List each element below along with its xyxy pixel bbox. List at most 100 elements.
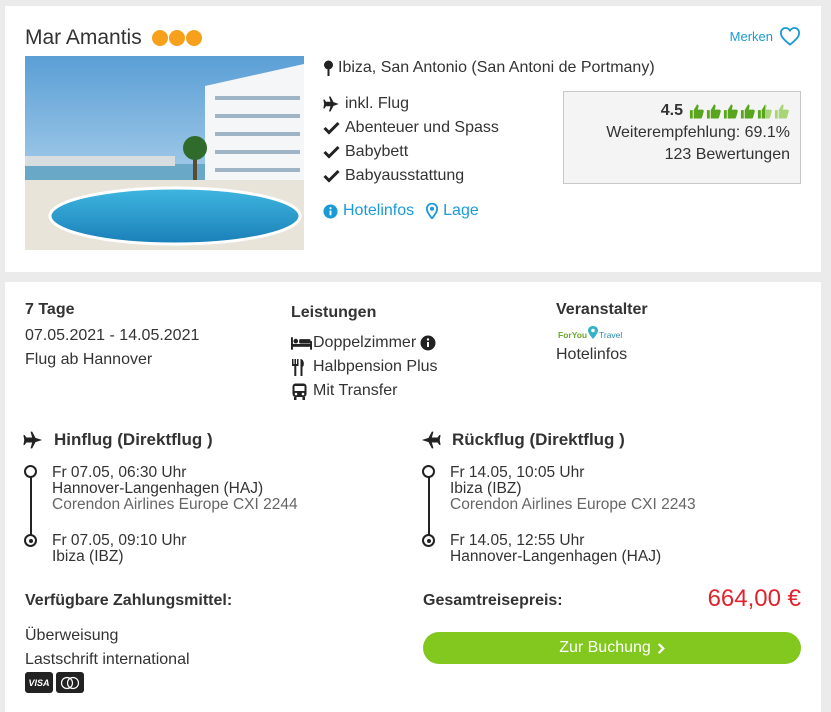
rating-score: 4.5 xyxy=(660,102,683,119)
map-marker-icon xyxy=(426,203,439,219)
departure-airport: Flug ab Hannover xyxy=(25,351,153,368)
outbound-airline: Corendon Airlines Europe CXI 2244 xyxy=(52,496,298,513)
services-title: Leistungen xyxy=(291,304,377,321)
lage-link[interactable]: Lage xyxy=(426,202,479,220)
booking-button[interactable]: Zur Buchung xyxy=(423,632,801,664)
outbound-title-text: Hinflug (Direktflug ) xyxy=(54,430,213,449)
payment-card-logos: VISA xyxy=(25,672,84,693)
feature-label: Abenteuer und Spass xyxy=(345,119,499,136)
offer-card: 7 Tage 07.05.2021 - 14.05.2021 Flug ab H… xyxy=(5,282,821,712)
list-item: Überweisung xyxy=(25,627,119,644)
hotel-title: Mar Amantis xyxy=(25,26,203,50)
total-price: 664,00 € xyxy=(707,585,801,612)
check-icon xyxy=(323,145,340,159)
list-item: inkl. Flug xyxy=(323,92,499,116)
thumb-up-icon xyxy=(757,103,772,119)
return-timeline xyxy=(428,472,430,540)
hotel-card: Mar Amantis Merken Ibiza, San Antonio (S… xyxy=(5,6,821,272)
duration: 7 Tage xyxy=(25,301,75,318)
plane-icon xyxy=(421,431,441,449)
departure-marker xyxy=(24,465,37,478)
info-circle-icon xyxy=(323,203,338,219)
return-airline: Corendon Airlines Europe CXI 2243 xyxy=(450,496,696,513)
return-title: Rückflug (Direktflug ) xyxy=(420,430,625,450)
arrival-marker xyxy=(24,534,37,547)
offer-summary: 7 Tage 07.05.2021 - 14.05.2021 Flug ab H… xyxy=(25,301,199,369)
return-departure: Fr 14.05, 10:05 Uhr Ibiza (IBZ) Corendon… xyxy=(450,465,696,513)
payment-methods: Überweisung Lastschrift international xyxy=(25,624,190,672)
info-circle-icon[interactable] xyxy=(420,335,436,351)
hotel-image[interactable] xyxy=(25,56,304,250)
travel-dates: 07.05.2021 - 14.05.2021 xyxy=(25,327,200,344)
hotelinfos-link[interactable]: Hotelinfos xyxy=(323,202,414,220)
hotel-name[interactable]: Mar Amantis xyxy=(25,26,142,49)
feature-label: Babybett xyxy=(345,143,409,160)
merken-label: Merken xyxy=(729,28,773,44)
operator-logo: ForYou Travel xyxy=(556,325,648,343)
thumb-up-icon xyxy=(706,103,721,119)
plane-icon xyxy=(23,431,43,449)
outbound-dep-time: Fr 07.05, 06:30 Uhr xyxy=(52,464,187,481)
hotelinfos-label: Hotelinfos xyxy=(343,202,415,219)
thumb-up-icon xyxy=(740,103,755,119)
review-count: 123 Bewertungen xyxy=(664,146,790,163)
star-icon xyxy=(185,30,202,47)
outbound-timeline xyxy=(30,472,32,540)
arrival-marker xyxy=(422,534,435,547)
visa-card-icon: VISA xyxy=(25,672,53,693)
thumb-up-icon xyxy=(689,103,704,119)
service-label: Doppelzimmer xyxy=(313,334,417,351)
outbound-arrival: Fr 07.05, 09:10 Uhr Ibiza (IBZ) xyxy=(52,533,186,565)
list-item: Abenteuer und Spass xyxy=(323,116,499,140)
recommendation-text: Weiterempfehlung: 69.1% xyxy=(606,124,790,141)
feature-label: inkl. Flug xyxy=(345,95,410,112)
list-item: Doppelzimmer xyxy=(291,331,438,355)
thumb-up-icon xyxy=(723,103,738,119)
svg-text:ForYou: ForYou xyxy=(558,330,587,340)
bus-icon xyxy=(292,383,307,400)
services-section: Leistungen Doppelzimmer Halbpension Plus… xyxy=(291,304,438,403)
feature-label: Babyausstattung xyxy=(345,167,465,184)
return-title-text: Rückflug (Direktflug ) xyxy=(452,430,625,449)
hotel-stars xyxy=(151,26,203,50)
return-dep-time: Fr 14.05, 10:05 Uhr xyxy=(450,464,585,481)
outbound-arr-airport: Ibiza (IBZ) xyxy=(52,548,124,565)
return-dep-airport: Ibiza (IBZ) xyxy=(450,480,522,497)
departure-marker xyxy=(422,465,435,478)
heart-icon xyxy=(779,27,801,46)
lage-label: Lage xyxy=(443,202,479,219)
return-arrival: Fr 14.05, 12:55 Uhr Hannover-Langenhagen… xyxy=(450,533,661,565)
operator-title: Veranstalter xyxy=(556,301,648,318)
merken-button[interactable]: Merken xyxy=(730,26,801,46)
star-icon xyxy=(168,30,185,47)
rating-box[interactable]: 4.5 Weiterempfehlung: 69.1% 123 Bewertun… xyxy=(563,91,801,184)
rating-thumbs xyxy=(689,103,790,120)
check-icon xyxy=(323,169,340,183)
list-item: Babybett xyxy=(323,140,499,164)
hotel-location: Ibiza, San Antonio (San Antoni de Portma… xyxy=(323,59,655,77)
operator-hotelinfos-link[interactable]: Hotelinfos xyxy=(556,346,648,364)
hotel-links: Hotelinfos Lage xyxy=(323,202,479,220)
total-label: Gesamtreisepreis: xyxy=(423,592,563,609)
feature-list: inkl. Flug Abenteuer und Spass Babybett … xyxy=(323,92,499,188)
chevron-right-icon xyxy=(657,642,665,654)
service-label: Mit Transfer xyxy=(313,382,398,399)
return-arr-time: Fr 14.05, 12:55 Uhr xyxy=(450,532,585,549)
return-arr-airport: Hannover-Langenhagen (HAJ) xyxy=(450,548,662,565)
location-text: Ibiza, San Antonio (San Antoni de Portma… xyxy=(338,59,655,76)
outbound-departure: Fr 07.05, 06:30 Uhr Hannover-Langenhagen… xyxy=(52,465,298,513)
outbound-dep-airport: Hannover-Langenhagen (HAJ) xyxy=(52,480,264,497)
bed-icon xyxy=(291,337,312,350)
operator-section: Veranstalter ForYou Travel Hotelinfos xyxy=(556,301,648,364)
list-item: Lastschrift international xyxy=(25,651,190,668)
booking-button-label: Zur Buchung xyxy=(559,639,651,656)
service-label: Halbpension Plus xyxy=(313,358,438,375)
map-pin-icon xyxy=(324,60,333,76)
plane-icon xyxy=(323,96,339,112)
outbound-arr-time: Fr 07.05, 09:10 Uhr xyxy=(52,532,187,549)
svg-text:Travel: Travel xyxy=(599,330,622,340)
cutlery-icon xyxy=(292,358,304,376)
outbound-title: Hinflug (Direktflug ) xyxy=(22,430,213,450)
list-item: Mit Transfer xyxy=(291,379,438,403)
payment-title: Verfügbare Zahlungsmittel: xyxy=(25,592,233,609)
